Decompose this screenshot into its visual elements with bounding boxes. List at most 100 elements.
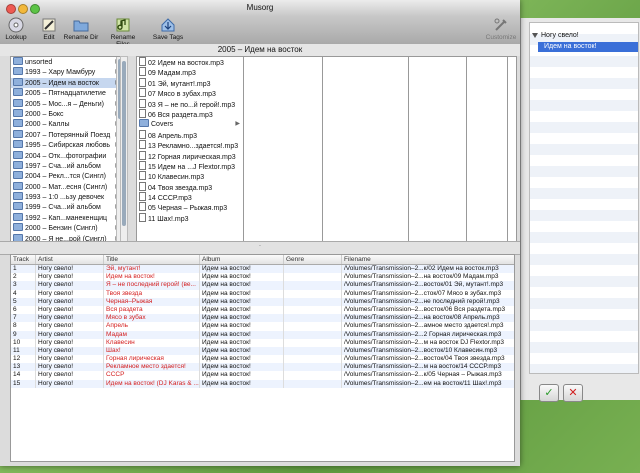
table-row[interactable]: 13 Ногу свело! Рекламное место здается! Иде… <box>11 363 514 372</box>
cell-genre <box>283 338 342 347</box>
file-item[interactable]: 06 Вся раздета.mp3 <box>137 108 243 119</box>
customize-button[interactable]: Customize <box>484 17 518 41</box>
side-item-artist[interactable]: Ногу свело! <box>532 31 579 41</box>
folder-item[interactable]: 2000 – Мат...есня (Сингл)▶ <box>11 181 123 192</box>
file-item[interactable]: 04 Твоя звезда.mp3 <box>137 181 243 192</box>
lookup-button[interactable]: Lookup <box>3 17 29 41</box>
cell-genre <box>283 346 342 356</box>
table-row[interactable]: 12 Ногу свело! Горная лирическая Идем на во… <box>11 355 514 364</box>
file-item[interactable]: 10 Клавесин.mp3 <box>137 171 243 181</box>
empty-column-4[interactable] <box>466 56 508 243</box>
file-item[interactable]: 14 СССР.mp3 <box>137 192 243 202</box>
cell-title: Эй, мутант! <box>103 265 200 274</box>
empty-column-5[interactable] <box>507 56 517 243</box>
save-tags-button[interactable]: Save Tags <box>151 17 185 41</box>
minimize-window-icon[interactable] <box>18 4 28 14</box>
file-item[interactable]: 11 Шах!.mp3 <box>137 212 243 223</box>
column-header-track[interactable]: Track <box>11 255 29 264</box>
folder-item[interactable]: unsorted▶ <box>11 57 123 67</box>
file-item[interactable]: 02 Идем на восток.mp3 <box>137 57 243 67</box>
file-item[interactable]: 05 Черная – Рыжая.mp3 <box>137 202 243 212</box>
file-icon <box>139 192 146 202</box>
cell-album: Идем на восток! <box>199 322 284 331</box>
table-row[interactable]: 6 Ногу свело! Вся раздета Идем на восток! /V… <box>11 305 514 315</box>
file-item[interactable]: 13 Рекламно...здается!.mp3 <box>137 140 243 150</box>
save-icon <box>161 18 175 32</box>
file-column[interactable]: 02 Идем на восток.mp3 09 Мадам.mp3 01 Эй, … <box>136 56 244 243</box>
folder-item[interactable]: 1993 – Хару Мамбуру▶ <box>11 67 123 77</box>
folder-item[interactable]: 1993 – 1:0 ...ьзу девочек▶ <box>11 192 123 202</box>
empty-column-2[interactable] <box>322 56 409 243</box>
cell-artist: Ногу свело! <box>35 346 104 356</box>
folder-item[interactable]: 1995 – Сибирская любовь▶ <box>11 140 123 150</box>
table-row[interactable]: 14 Ногу свело! СССР Идем на восток! /Volumes… <box>11 371 514 380</box>
file-item[interactable]: 15 Идем на ...J Flextor.mp3 <box>137 160 243 171</box>
column-header-genre[interactable]: Genre <box>283 255 304 264</box>
cell-genre <box>283 379 342 388</box>
folder-item[interactable]: 2007 – Потерянный Поезд▶ <box>11 129 123 140</box>
folder-item[interactable]: 1992 – Кап...манекенщиц▶ <box>11 212 123 223</box>
table-row[interactable]: 8 Ногу свело! Апрель Идем на восток! /Volume… <box>11 322 514 331</box>
folder-item[interactable]: 2004 – Рекл...тся (Сингл)▶ <box>11 171 123 181</box>
cell-artist: Ногу свело! <box>35 273 104 282</box>
table-row[interactable]: 9 Ногу свело! Мадам Идем на восток! /Volumes… <box>11 330 514 339</box>
table-row[interactable]: 7 Ногу свело! Мясо в зубах Идем на восток! /… <box>11 314 514 323</box>
column-header-title[interactable]: Title <box>103 255 118 264</box>
folder-item[interactable]: 1997 – Сча...ий альбом▶ <box>11 160 123 171</box>
table-row[interactable]: 2 Ногу свело! Идем на восток! Идем на восто… <box>11 273 514 282</box>
split-divider[interactable]: ⋅ <box>0 241 520 255</box>
close-window-icon[interactable] <box>6 4 16 14</box>
cell-genre <box>283 330 342 339</box>
file-icon <box>139 171 146 181</box>
table-row[interactable]: 3 Ногу свело! Я – не последний герой! (ве.… <box>11 281 514 290</box>
cell-artist: Ногу свело! <box>35 379 104 388</box>
table-row[interactable]: 1 Ногу свело! Эй, мутант! Идем на восток! /V… <box>11 265 514 274</box>
cell-album: Идем на восток! <box>199 265 284 274</box>
column-header-artist[interactable]: Artist <box>35 255 53 264</box>
disclosure-triangle-icon[interactable] <box>532 32 538 38</box>
cancel-button[interactable]: ✕ <box>563 384 583 402</box>
empty-column-3[interactable] <box>408 56 467 243</box>
edit-button[interactable]: Edit <box>37 17 61 41</box>
table-row[interactable]: 10 Ногу свело! Клавесин Идем на восток! /Vol… <box>11 338 514 347</box>
folder-item[interactable]: 1999 – Сча...ий альбом▶ <box>11 202 123 212</box>
check-icon: ✓ <box>544 387 554 399</box>
zoom-window-icon[interactable] <box>30 4 40 14</box>
table-row[interactable]: 11 Ногу свело! Шах! Идем на восток! /Volumes… <box>11 346 514 356</box>
folder-item[interactable]: 2000 – Бензин (Сингл)▶ <box>11 223 123 233</box>
cell-title: Черная–Рыжая <box>103 297 200 306</box>
file-item[interactable]: 08 Апрель.mp3 <box>137 129 243 140</box>
cell-artist: Ногу свело! <box>35 314 104 323</box>
folder-column-scrollbar[interactable] <box>120 56 128 243</box>
scroll-thumb[interactable] <box>122 61 126 226</box>
cell-title: Идем на восток! (DJ Karas & ... <box>103 379 200 388</box>
folder-item[interactable]: 2005 – Мос...я – Деньги)▶ <box>11 98 123 109</box>
folder-item[interactable]: 2005 – Пятнадцатилетие▶ <box>11 88 123 98</box>
track-table[interactable]: Track Artist Title Album Genre Filename … <box>10 254 515 462</box>
empty-column-1[interactable] <box>243 56 323 243</box>
file-item[interactable]: 07 Мясо в зубах.mp3 <box>137 88 243 98</box>
music-note-icon <box>116 18 130 32</box>
table-row[interactable]: 5 Ногу свело! Черная–Рыжая Идем на восток! /… <box>11 297 514 306</box>
folder-item[interactable]: 2004 – Отк...фотографии▶ <box>11 150 123 161</box>
column-header-album[interactable]: Album <box>199 255 220 264</box>
ok-button[interactable]: ✓ <box>539 384 559 402</box>
table-header: Track Artist Title Album Genre Filename <box>11 255 514 265</box>
folder-icon <box>13 202 23 211</box>
folder-item[interactable]: 2000 – Каллы▶ <box>11 119 123 129</box>
column-header-filename[interactable]: Filename <box>341 255 371 264</box>
file-item[interactable]: Covers ▶ <box>137 119 243 129</box>
folder-item[interactable]: 2000 – Бокс▶ <box>11 108 123 119</box>
file-item[interactable]: 01 Эй, мутант!.mp3 <box>137 77 243 88</box>
file-item[interactable]: 09 Мадам.mp3 <box>137 67 243 77</box>
rename-dir-button[interactable]: Rename Dir <box>63 17 99 41</box>
cell-title: Клавесин <box>103 338 200 347</box>
folder-column[interactable]: unsorted▶1993 – Хару Мамбуру▶2005 – Идем… <box>10 56 124 243</box>
folder-item[interactable]: 2005 – Идем на восток▶ <box>11 77 123 89</box>
cell-file: /Volumes/Transmission–2...сток/07 Мясо в… <box>341 289 514 298</box>
side-item-album[interactable]: Идем на восток! <box>538 42 638 52</box>
file-item[interactable]: 03 Я – не по...й герой!.mp3 <box>137 98 243 109</box>
table-row[interactable]: 15 Ногу свело! Идем на восток! (DJ Karas &… <box>11 379 514 388</box>
file-item[interactable]: 12 Горная лирическая.mp3 <box>137 150 243 161</box>
table-row[interactable]: 4 Ногу свело! Твоя звезда Идем на восток! /V… <box>11 289 514 298</box>
